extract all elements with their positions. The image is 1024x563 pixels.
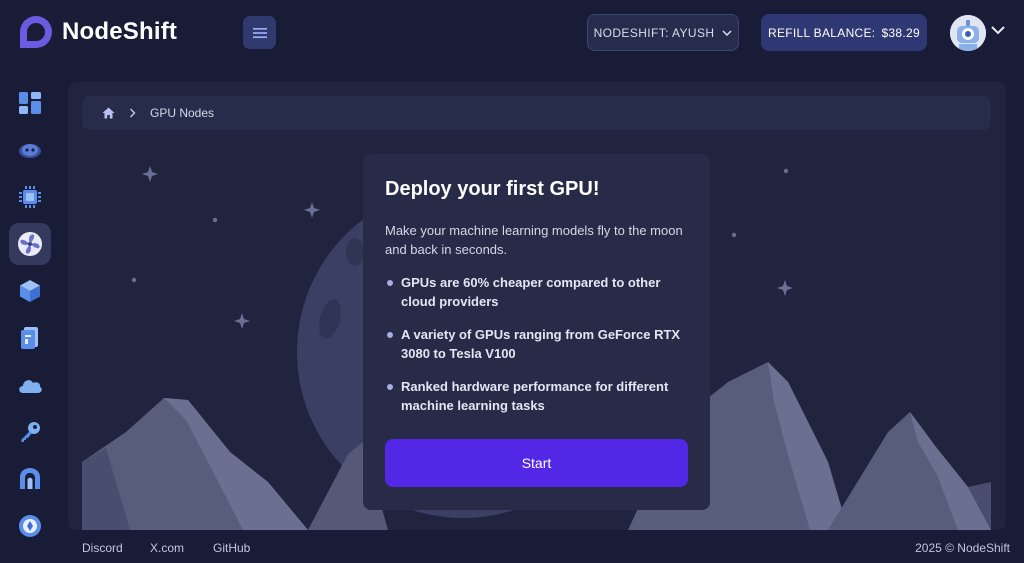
top-header: NodeShift NODESHIFT: AYUSH REFILL BALANC… <box>0 0 1024 66</box>
refill-balance-button[interactable]: REFILL BALANCE: $38.29 <box>761 14 927 51</box>
sidebar-item-compute[interactable] <box>9 176 51 218</box>
sidebar-item-ssh-keys[interactable] <box>9 411 51 453</box>
balance-label: REFILL BALANCE: <box>768 25 876 40</box>
account-label: NODESHIFT: AYUSH <box>593 25 715 40</box>
storage-icon <box>21 327 38 349</box>
sidebar-item-containers[interactable] <box>9 270 51 312</box>
balance-value: $38.29 <box>881 25 920 40</box>
bullet-dot <box>387 280 393 286</box>
sidebar-item-storage[interactable] <box>9 317 51 359</box>
chevron-down-icon[interactable] <box>991 26 1005 35</box>
sidebar-item-dashboard[interactable] <box>9 82 51 124</box>
dashboard-icon <box>19 92 41 114</box>
start-button[interactable]: Start <box>385 439 688 487</box>
gpu-fan-icon <box>18 232 42 256</box>
footer-link-discord[interactable]: Discord <box>82 541 123 555</box>
footer-link-github[interactable]: GitHub <box>213 541 250 555</box>
bullet-dot <box>387 384 393 390</box>
deploy-gpu-card: Deploy your first GPU! Make your machine… <box>363 154 710 510</box>
main-panel: GPU Nodes Deploy your first GPU! Make yo… <box>68 82 1006 530</box>
sidebar-item-gpu-nodes[interactable] <box>9 223 51 265</box>
bullet-dot <box>387 332 393 338</box>
logo-icon <box>20 16 52 48</box>
home-icon[interactable] <box>102 107 115 119</box>
robot-avatar-icon <box>950 15 986 51</box>
app-name: NodeShift <box>62 18 178 45</box>
key-icon <box>21 422 40 442</box>
avatar[interactable] <box>950 15 986 51</box>
list-item: GPUs are 60% cheaper compared to other c… <box>385 273 685 311</box>
feature-text: Ranked hardware performance for differen… <box>401 379 669 413</box>
robot-icon <box>19 144 41 158</box>
feature-text: A variety of GPUs ranging from GeForce R… <box>401 327 681 361</box>
breadcrumb: GPU Nodes <box>82 96 991 130</box>
sidebar-item-network[interactable] <box>9 458 51 500</box>
sidebar <box>0 78 62 548</box>
nodes-icon <box>20 468 40 489</box>
chevron-right-icon <box>130 108 136 118</box>
chevron-down-icon <box>722 29 732 36</box>
logo[interactable]: NodeShift <box>18 14 177 50</box>
list-item: Ranked hardware performance for differen… <box>385 377 685 415</box>
list-item: A variety of GPUs ranging from GeForce R… <box>385 325 685 363</box>
cloud-icon <box>19 380 42 393</box>
breadcrumb-current: GPU Nodes <box>150 106 215 120</box>
hamburger-icon <box>252 27 267 38</box>
footer-link-x[interactable]: X.com <box>150 541 184 555</box>
sidebar-item-cloud[interactable] <box>9 364 51 406</box>
feature-text: GPUs are 60% cheaper compared to other c… <box>401 275 661 309</box>
card-title: Deploy your first GPU! <box>385 178 600 200</box>
sidebar-item-agents[interactable] <box>9 129 51 171</box>
footer: Discord X.com GitHub 2025 © NodeShift <box>0 538 1024 558</box>
menu-toggle-button[interactable] <box>243 16 276 49</box>
feature-list: GPUs are 60% cheaper compared to other c… <box>385 273 688 415</box>
chip-icon <box>19 186 41 208</box>
cube-icon <box>20 280 40 302</box>
settings-icon <box>19 515 41 537</box>
account-selector[interactable]: NODESHIFT: AYUSH <box>587 14 739 51</box>
card-intro: Make your machine learning models fly to… <box>385 223 683 257</box>
copyright: 2025 © NodeShift <box>915 541 1010 555</box>
